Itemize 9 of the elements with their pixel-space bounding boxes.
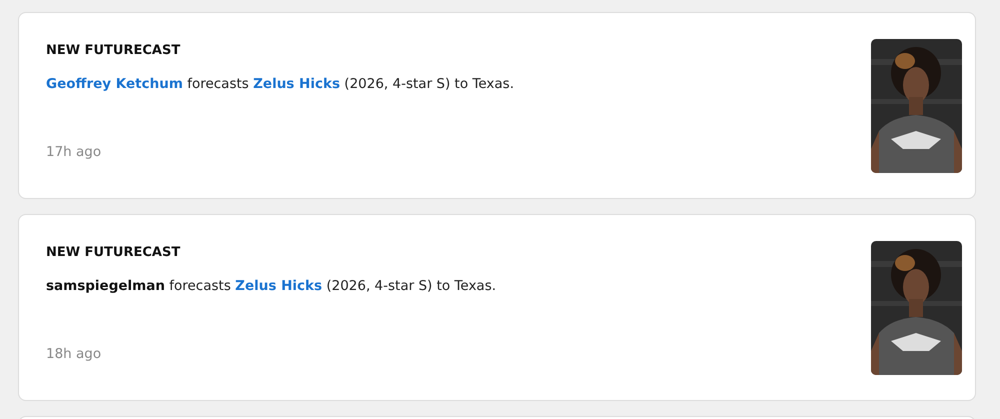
timestamp: 18h ago [46, 346, 102, 362]
forecast-text: Geoffrey Ketchum forecasts Zelus Hicks (2026, 4-star S) to Texas. [46, 76, 514, 92]
card-title: NEW FUTURECAST [46, 245, 182, 260]
timestamp: 17h ago [46, 144, 102, 160]
card-title: NEW FUTURECAST [46, 43, 182, 58]
profile-link[interactable]: Zelus Hicks [235, 278, 322, 294]
forecast-text: samspiegelman forecasts Zelus Hicks (2026, 4-star S) to Texas. [46, 278, 496, 294]
profile-link[interactable]: Zelus Hicks [253, 76, 340, 92]
profile-link[interactable]: Geoffrey Ketchum [46, 76, 183, 92]
